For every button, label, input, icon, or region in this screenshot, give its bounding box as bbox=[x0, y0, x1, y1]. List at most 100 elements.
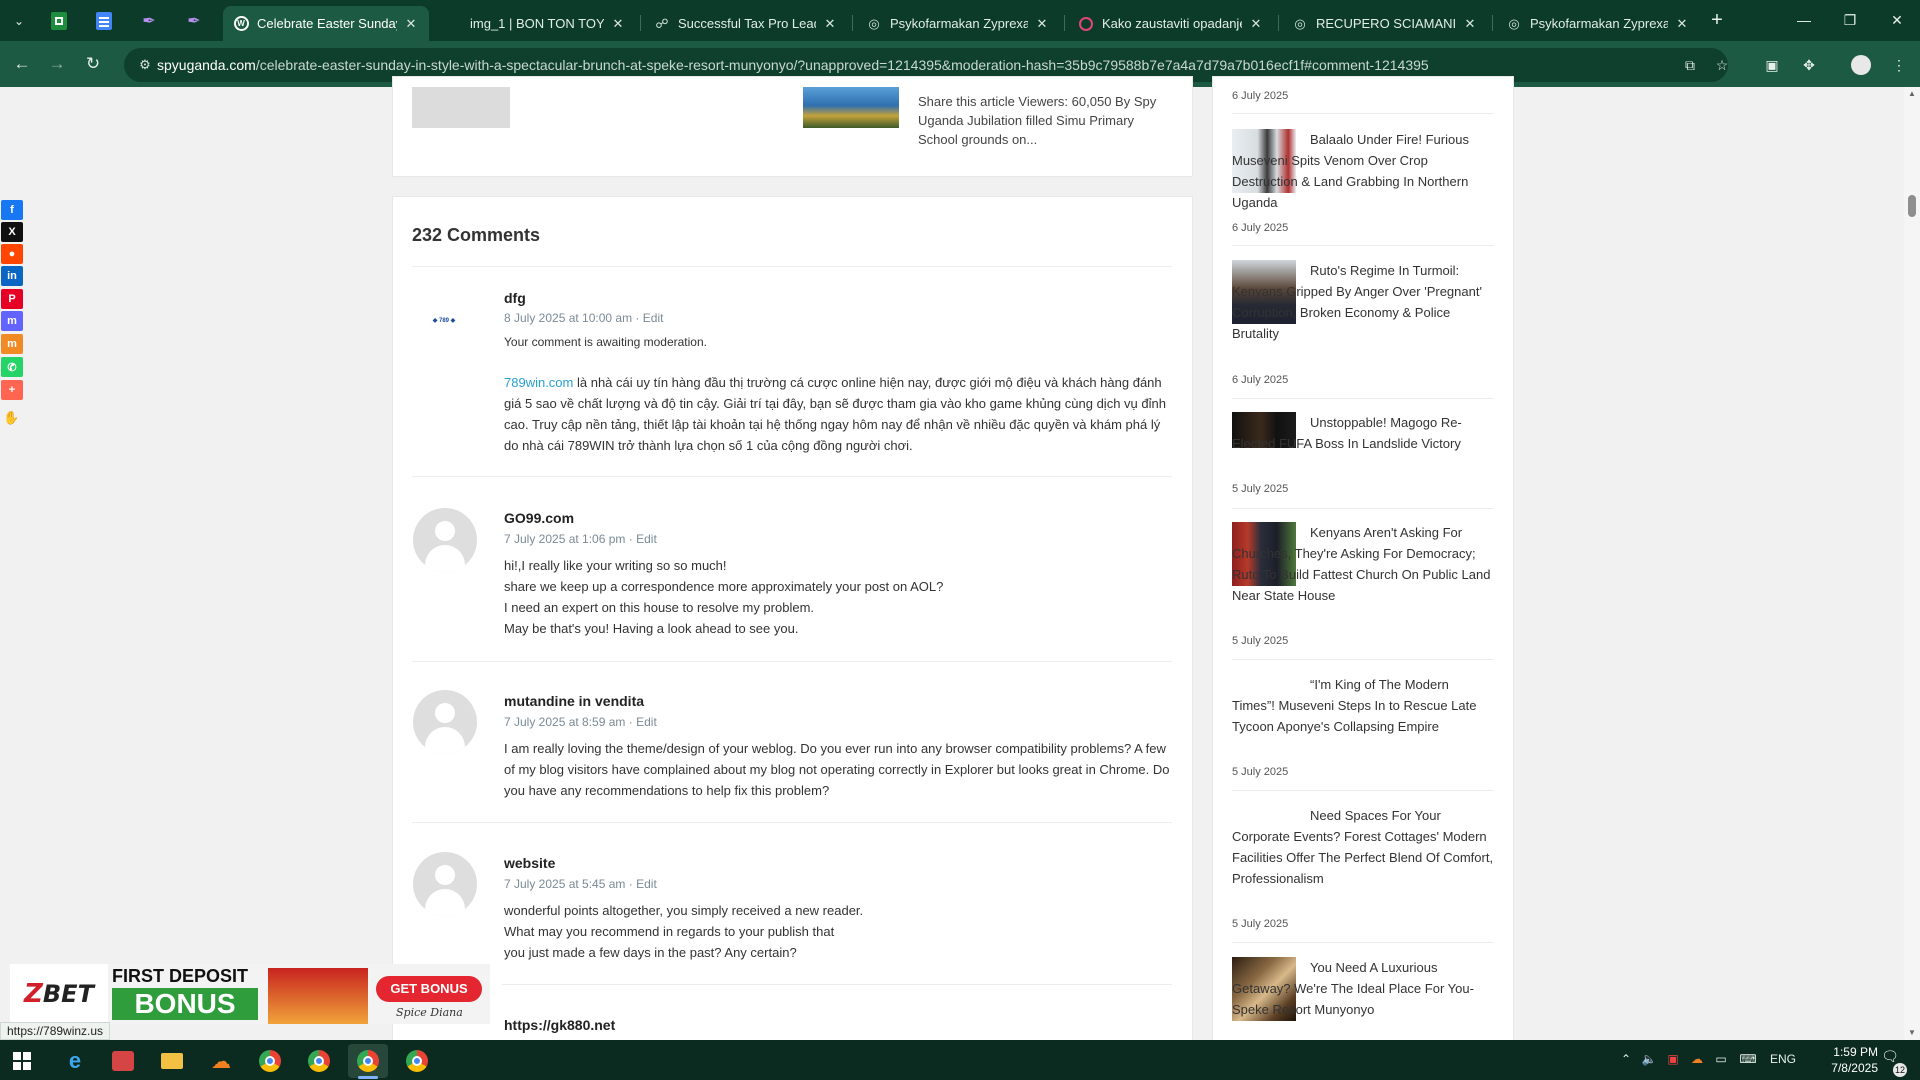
browser-menu-icon[interactable]: ⋮ bbox=[1886, 53, 1912, 77]
mastodon-share-icon[interactable]: m bbox=[1, 311, 23, 331]
post-title[interactable]: You Need A Luxurious Getaway? We're The … bbox=[1232, 957, 1494, 1020]
linkedin-share-icon[interactable]: in bbox=[1, 266, 23, 286]
scrollbar-thumb[interactable] bbox=[1908, 195, 1916, 217]
post-title[interactable]: Kenyans Aren't Asking For Churches, They… bbox=[1232, 522, 1494, 606]
post-title[interactable]: “I'm King of The Modern Times”! Museveni… bbox=[1232, 674, 1494, 737]
taskbar-chrome-3[interactable] bbox=[397, 1044, 437, 1078]
site-info-icon[interactable]: ⚙ bbox=[134, 54, 156, 76]
comment-line: share we keep up a correspondence more a… bbox=[504, 579, 944, 594]
status-bubble-url: https://789winz.us bbox=[0, 1022, 111, 1040]
comment-date[interactable]: 7 July 2025 at 8:59 am bbox=[504, 715, 625, 729]
tab-bon-ton-toys[interactable]: img_1 | BON TON TOYS ✕ bbox=[436, 6, 636, 41]
taskbar-chrome-2[interactable] bbox=[299, 1044, 339, 1078]
post-title[interactable]: Balaalo Under Fire! Furious Museveni Spi… bbox=[1232, 129, 1494, 213]
comment-date[interactable]: 8 July 2025 at 10:00 am bbox=[504, 311, 632, 325]
comment-edit-link[interactable]: Edit bbox=[643, 311, 664, 325]
extension-wallet-icon[interactable]: ▣ bbox=[1759, 53, 1785, 77]
tab-tax-pro-leaders[interactable]: ☍ Successful Tax Pro Leaders ✕ bbox=[644, 6, 848, 41]
post-title[interactable]: Unstoppable! Magogo Re-Elected FUFA Boss… bbox=[1232, 412, 1494, 454]
taskbar-file-explorer[interactable] bbox=[152, 1044, 192, 1078]
language-indicator[interactable]: ENG bbox=[1768, 1052, 1798, 1066]
tab-title: img_1 | BON TON TOYS bbox=[470, 16, 604, 31]
pinned-tab-feather-2[interactable]: ✒ bbox=[177, 8, 211, 34]
pinned-tab-sheets[interactable] bbox=[42, 8, 76, 34]
x-share-icon[interactable]: X bbox=[1, 222, 23, 242]
default-avatar bbox=[413, 508, 477, 572]
tab-search-button[interactable]: ⌄ bbox=[6, 9, 32, 33]
translate-icon[interactable]: ⧉ bbox=[1677, 53, 1703, 77]
close-tab-icon[interactable]: ✕ bbox=[1034, 16, 1050, 32]
clock[interactable]: 1:59 PM 7/8/2025 bbox=[1808, 1044, 1878, 1076]
comment-author[interactable]: website bbox=[504, 855, 555, 871]
comment-author[interactable]: https://gk880.net bbox=[504, 1017, 615, 1033]
tab-psykofarmakan-2[interactable]: ◎ Psykofarmakan Zyprexa og ✕ bbox=[1496, 6, 1700, 41]
taskbar-chrome-1[interactable] bbox=[250, 1044, 290, 1078]
new-tab-button[interactable]: + bbox=[1703, 8, 1731, 34]
start-button[interactable] bbox=[2, 1044, 42, 1078]
taskbar-edge[interactable]: e bbox=[55, 1044, 95, 1078]
close-tab-icon[interactable]: ✕ bbox=[822, 16, 838, 32]
pinterest-share-icon[interactable]: P bbox=[1, 289, 23, 309]
comment-date[interactable]: 7 July 2025 at 5:45 am bbox=[504, 877, 625, 891]
comment-body: I am really loving the theme/design of y… bbox=[504, 741, 1170, 798]
comment-edit-link[interactable]: Edit bbox=[636, 715, 657, 729]
page-scrollbar[interactable] bbox=[1904, 87, 1920, 1040]
more-share-icon[interactable]: + bbox=[1, 380, 23, 400]
back-button[interactable]: ← bbox=[8, 51, 36, 77]
minimize-button[interactable]: — bbox=[1781, 0, 1827, 41]
pinned-tab-feather-1[interactable]: ✒ bbox=[132, 8, 166, 34]
profile-avatar-icon[interactable] bbox=[1848, 53, 1874, 77]
hide-share-bar-icon[interactable]: ✋ bbox=[3, 410, 19, 426]
related-post-thumbnail-placeholder[interactable] bbox=[412, 87, 510, 128]
forward-button[interactable]: → bbox=[43, 51, 71, 77]
taskbar-app-store[interactable] bbox=[103, 1044, 143, 1078]
comment-edit-link[interactable]: Edit bbox=[636, 877, 657, 891]
comment-link[interactable]: 789win.com bbox=[504, 375, 573, 390]
taskbar-chrome-active[interactable] bbox=[348, 1044, 388, 1078]
security-app-icon[interactable]: ▣ bbox=[1664, 1052, 1682, 1066]
tab-kako-zaustaviti[interactable]: Kako zaustaviti opadanje k ✕ bbox=[1068, 6, 1274, 41]
network-icon[interactable]: ▭ bbox=[1712, 1052, 1730, 1066]
close-tab-icon[interactable]: ✕ bbox=[1248, 16, 1264, 32]
close-tab-icon[interactable]: ✕ bbox=[1674, 16, 1690, 32]
taskbar-cloud-app[interactable]: ☁ bbox=[201, 1044, 241, 1078]
whatsapp-share-icon[interactable]: ✆ bbox=[1, 357, 23, 377]
comment-edit-link[interactable]: Edit bbox=[636, 532, 657, 546]
post-title[interactable]: Ruto's Regime In Turmoil: Kenyans Grippe… bbox=[1232, 260, 1494, 344]
extensions-puzzle-icon[interactable]: ✥ bbox=[1796, 53, 1822, 77]
close-tab-icon[interactable]: ✕ bbox=[403, 16, 419, 32]
globe-icon: ☍ bbox=[655, 15, 669, 31]
tab-celebrate-easter[interactable]: W Celebrate Easter Sunday In ✕ bbox=[223, 6, 429, 41]
keyboard-icon[interactable]: ⌨ bbox=[1736, 1052, 1760, 1066]
url-text[interactable]: spyuganda.com/celebrate-easter-sunday-in… bbox=[157, 55, 1429, 75]
ad-cta-button[interactable]: GET BONUS bbox=[376, 976, 482, 1002]
mix-share-icon[interactable]: m bbox=[1, 334, 23, 354]
close-tab-icon[interactable]: ✕ bbox=[1462, 16, 1478, 32]
comment-date[interactable]: 7 July 2025 at 1:06 pm bbox=[504, 532, 625, 546]
scroll-up-arrow-icon[interactable]: ▲ bbox=[1908, 89, 1916, 98]
comment-line: May be that's you! Having a look ahead t… bbox=[504, 621, 799, 636]
tab-title: Successful Tax Pro Leaders bbox=[678, 16, 816, 31]
ad-line2: BONUS bbox=[112, 988, 258, 1020]
post-title[interactable]: Need Spaces For Your Corporate Events? F… bbox=[1232, 805, 1494, 889]
pinned-tab-docs[interactable] bbox=[87, 8, 121, 34]
comment-author[interactable]: dfg bbox=[504, 290, 526, 306]
comment-author[interactable]: mutandine in vendita bbox=[504, 693, 644, 709]
tab-recupero-sciamanico[interactable]: ◎ RECUPERO SCIAMANICO | ✕ bbox=[1282, 6, 1488, 41]
scroll-down-arrow-icon[interactable]: ▼ bbox=[1908, 1028, 1916, 1037]
tab-psykofarmakan-1[interactable]: ◎ Psykofarmakan Zyprexa og ✕ bbox=[856, 6, 1060, 41]
cloud-tray-icon[interactable]: ☁ bbox=[1688, 1052, 1706, 1066]
close-tab-icon[interactable]: ✕ bbox=[610, 16, 626, 32]
bookmark-star-icon[interactable]: ☆ bbox=[1709, 53, 1735, 77]
reddit-share-icon[interactable]: ● bbox=[1, 244, 23, 264]
related-post-thumbnail[interactable] bbox=[803, 87, 899, 128]
volume-icon[interactable]: 🔈 bbox=[1640, 1052, 1658, 1066]
tray-overflow-icon[interactable]: ⌃ bbox=[1618, 1052, 1634, 1066]
comment-author[interactable]: GO99.com bbox=[504, 510, 574, 526]
close-window-button[interactable]: ✕ bbox=[1874, 0, 1920, 41]
reload-button[interactable]: ↻ bbox=[79, 51, 107, 77]
facebook-share-icon[interactable]: f bbox=[1, 200, 23, 220]
globe-icon: ◎ bbox=[1294, 15, 1306, 31]
restore-button[interactable]: ❐ bbox=[1827, 0, 1873, 41]
ad-banner[interactable]: Z BET FIRST DEPOSIT BONUS GET BONUS Spice… bbox=[10, 964, 490, 1024]
